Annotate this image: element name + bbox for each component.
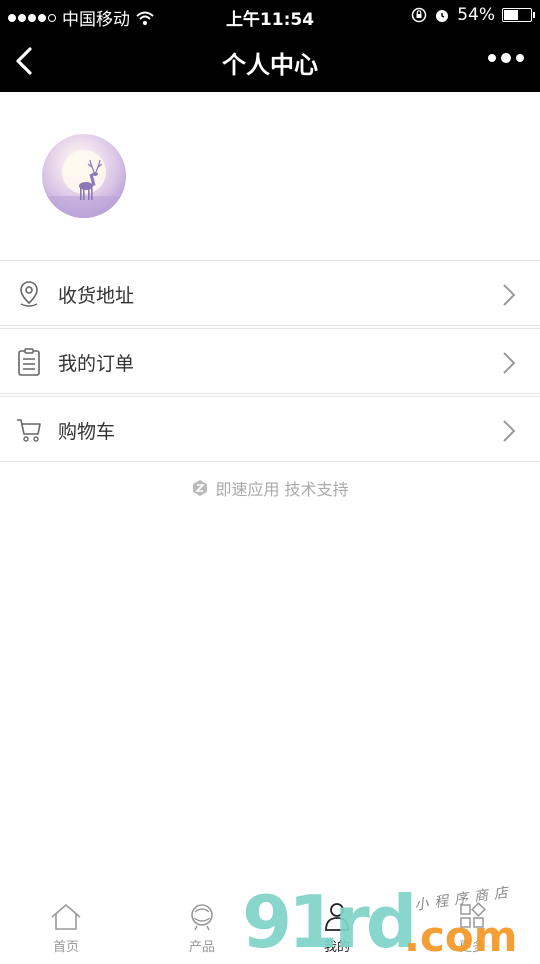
page-title: 个人中心: [222, 51, 318, 79]
battery-icon: [502, 8, 535, 22]
product-icon: [191, 904, 213, 931]
person-icon: [325, 903, 349, 931]
menu-item-address[interactable]: 收货地址: [0, 260, 540, 326]
menu-item-label: 收货地址: [58, 285, 135, 307]
chevron-right-icon: [503, 352, 516, 374]
battery-percent: 54%: [457, 5, 495, 25]
clipboard-icon: [18, 348, 40, 376]
menu-item-label: 我的订单: [58, 353, 135, 375]
tab-label: 更多: [458, 940, 485, 955]
tab-label: 产品: [188, 940, 215, 955]
tab-home[interactable]: 首页: [21, 902, 111, 955]
home-icon: [51, 903, 81, 930]
tab-label: 我的: [323, 940, 350, 955]
cart-icon: [17, 419, 41, 442]
status-bar: 中国移动 上午11:54 54%: [0, 0, 540, 30]
jisu-logo-icon: [193, 480, 208, 496]
menu-item-cart[interactable]: 购物车: [0, 396, 540, 462]
profile-section: [0, 92, 540, 260]
tab-label: 首页: [52, 940, 79, 955]
menu-item-label: 购物车: [58, 421, 116, 443]
support-text: 即速应用 技术支持: [215, 480, 349, 499]
more-options-icon[interactable]: [488, 53, 524, 63]
tab-more[interactable]: 更多: [427, 902, 517, 955]
chevron-right-icon: [503, 284, 516, 306]
status-right: 54%: [411, 5, 535, 25]
deer-silhouette-icon: [42, 150, 126, 218]
nav-bar: 个人中心: [0, 30, 540, 92]
location-pin-icon: [20, 281, 38, 307]
avatar[interactable]: [42, 134, 126, 218]
tab-products[interactable]: 产品: [157, 902, 247, 955]
tab-mine[interactable]: 我的: [292, 902, 382, 955]
menu-list: 收货地址 我的订单 购物车: [0, 260, 540, 464]
grid-icon: [460, 902, 486, 928]
tab-bar: 首页 产品 我的 更多: [0, 890, 540, 960]
chevron-right-icon: [503, 420, 516, 442]
rotation-lock-icon: [411, 7, 427, 23]
menu-item-orders[interactable]: 我的订单: [0, 328, 540, 394]
alarm-icon: [436, 10, 449, 22]
tech-support-footer: 即速应用 技术支持: [0, 476, 540, 500]
